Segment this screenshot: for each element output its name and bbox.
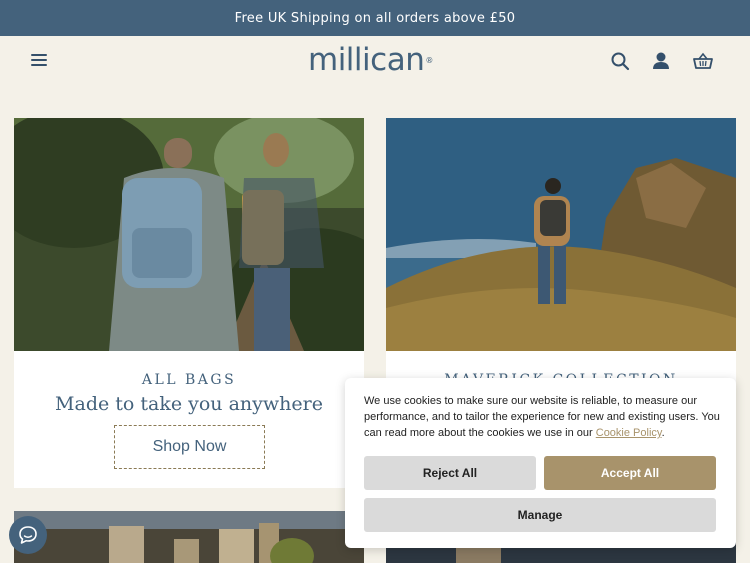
cookie-banner: We use cookies to make sure our website … (345, 378, 736, 548)
site-header: millican® (0, 36, 750, 86)
card-image-coastal-hiker[interactable] (386, 118, 736, 351)
product-card-all-bags: ALL BAGS Made to take you anywhere Shop … (14, 118, 364, 488)
account-icon[interactable] (650, 50, 672, 72)
search-icon[interactable] (609, 50, 631, 72)
promo-text: Free UK Shipping on all orders above £50 (234, 10, 516, 26)
cookie-policy-link[interactable]: Cookie Policy (596, 427, 662, 439)
card-eyebrow: ALL BAGS (141, 372, 237, 388)
menu-icon[interactable] (31, 54, 47, 68)
basket-icon[interactable] (692, 50, 714, 72)
card-title: Made to take you anywhere (55, 393, 323, 415)
reject-all-button[interactable]: Reject All (364, 456, 536, 490)
promo-bar: Free UK Shipping on all orders above £50 (0, 0, 750, 36)
card-image-hikers[interactable] (14, 118, 364, 351)
cookie-message: We use cookies to make sure our website … (364, 393, 724, 441)
cookie-text-after: . (661, 427, 665, 439)
chat-bubble-icon (19, 526, 37, 544)
logo-registered-mark: ® (425, 56, 433, 65)
shop-now-button[interactable]: Shop Now (114, 425, 265, 469)
accept-all-button[interactable]: Accept All (544, 456, 716, 490)
logo[interactable]: millican® (308, 42, 433, 78)
bottom-card-image-left[interactable] (14, 511, 364, 563)
chat-button[interactable] (9, 516, 47, 554)
cookie-text-before: We use cookies to make sure our website … (364, 395, 720, 439)
manage-button[interactable]: Manage (364, 498, 716, 532)
logo-text: millican (308, 42, 425, 78)
